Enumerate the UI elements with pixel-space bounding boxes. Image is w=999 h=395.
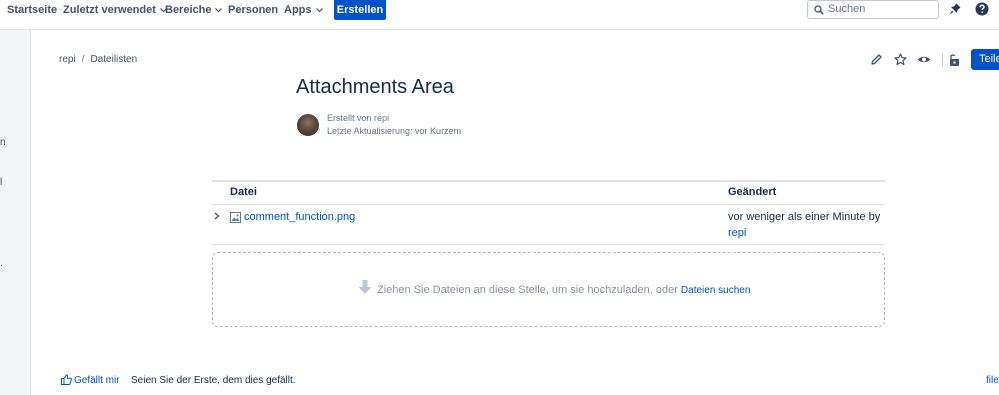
column-header-modified[interactable]: Geändert bbox=[728, 186, 776, 198]
actions-divider bbox=[942, 54, 943, 66]
browse-files-link[interactable]: Dateien suchen bbox=[681, 285, 751, 296]
nav-spaces-label: Bereiche bbox=[165, 4, 212, 16]
avatar[interactable] bbox=[297, 114, 319, 136]
nav-apps[interactable]: Apps bbox=[284, 0, 323, 22]
edit-icon[interactable] bbox=[870, 53, 883, 66]
image-file-icon bbox=[230, 212, 241, 223]
breadcrumb-separator: / bbox=[81, 54, 85, 65]
nav-people[interactable]: Personen bbox=[228, 0, 278, 22]
breadcrumb: repi / Dateilisten bbox=[59, 54, 137, 65]
nav-spaces[interactable]: Bereiche bbox=[165, 0, 223, 22]
notifications-icon[interactable] bbox=[948, 2, 962, 16]
chevron-down-icon bbox=[215, 7, 223, 12]
sidebar-item-fragment[interactable]: n bbox=[0, 137, 6, 148]
table-row-divider bbox=[212, 244, 885, 245]
last-updated: Letzte Aktualisierung: vor Kurzem bbox=[327, 126, 462, 136]
column-header-file[interactable]: Datei bbox=[230, 186, 257, 198]
nav-home[interactable]: Startseite bbox=[7, 0, 57, 22]
file-link[interactable]: comment_function.png bbox=[244, 211, 355, 223]
sidebar-item-fragment[interactable]: l bbox=[0, 177, 2, 188]
breadcrumb-page[interactable]: Dateilisten bbox=[90, 54, 137, 65]
author-link[interactable]: repi bbox=[728, 227, 746, 239]
like-summary: Seien Sie der Erste, dem dies gefällt. bbox=[131, 375, 296, 386]
modified-text: vor weniger als einer Minute by bbox=[728, 211, 881, 223]
sidebar-item-fragment[interactable]: . bbox=[0, 258, 3, 269]
top-navigation: Startseite Zuletzt verwendet Bereiche Pe… bbox=[0, 0, 999, 30]
create-button[interactable]: Erstellen bbox=[334, 0, 386, 20]
nav-recent[interactable]: Zuletzt verwendet bbox=[63, 0, 167, 22]
chevron-down-icon bbox=[315, 7, 323, 12]
search-box[interactable] bbox=[807, 0, 939, 19]
table-top-border bbox=[212, 180, 885, 182]
help-icon[interactable] bbox=[975, 2, 989, 16]
unlock-icon[interactable] bbox=[948, 53, 961, 67]
sidebar: n l . bbox=[0, 30, 31, 395]
like-label: Gefällt mir bbox=[74, 375, 120, 386]
file-link-corner[interactable]: file bbox=[986, 375, 999, 386]
thumbs-up-icon bbox=[61, 374, 72, 385]
download-arrow-icon bbox=[358, 280, 372, 294]
share-button[interactable]: Teile bbox=[971, 49, 999, 70]
dropzone-instructions: Ziehen Sie Dateien an diese Stelle, um s… bbox=[377, 284, 678, 296]
nav-apps-label: Apps bbox=[284, 4, 312, 16]
star-icon[interactable] bbox=[894, 53, 907, 66]
table-header-divider bbox=[212, 204, 885, 205]
breadcrumb-space[interactable]: repi bbox=[59, 54, 76, 65]
search-input[interactable] bbox=[828, 2, 933, 16]
nav-recent-label: Zuletzt verwendet bbox=[63, 4, 156, 16]
chevron-right-icon[interactable] bbox=[214, 212, 220, 220]
watch-icon[interactable] bbox=[917, 53, 931, 66]
like-button[interactable]: Gefällt mir bbox=[61, 374, 120, 386]
page-title: Attachments Area bbox=[296, 76, 454, 98]
search-icon bbox=[814, 5, 824, 15]
dropzone-text: Ziehen Sie Dateien an diese Stelle, um s… bbox=[377, 284, 750, 296]
created-by: Erstellt von repi bbox=[327, 113, 390, 123]
